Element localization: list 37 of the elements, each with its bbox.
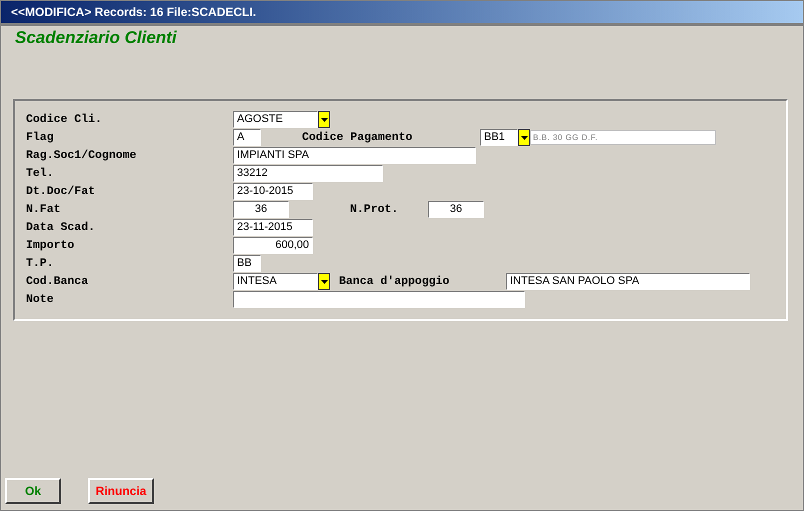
field-label: N.Prot.	[350, 202, 400, 218]
input-field[interactable]: 23-10-2015	[233, 183, 313, 200]
field-label: Cod.Banca	[26, 274, 90, 290]
input-field[interactable]: INTESA	[233, 273, 318, 290]
input-field[interactable]: AGOSTE	[233, 111, 318, 128]
input-field[interactable]	[233, 291, 525, 308]
form-heading: Scadenziario Clienti	[15, 28, 177, 48]
field-label: Data Scad.	[26, 220, 96, 236]
field-label: Dt.Doc/Fat	[26, 184, 96, 200]
input-field[interactable]: IMPIANTI SPA	[233, 147, 476, 164]
field-label: T.P.	[26, 256, 55, 272]
field-label: Flag	[26, 130, 55, 146]
dropdown-button[interactable]	[318, 111, 330, 128]
field-label: Importo	[26, 238, 76, 254]
field-label: Codice Cli.	[26, 112, 103, 128]
field-label: Rag.Soc1/Cognome	[26, 148, 138, 164]
field-label: Codice Pagamento	[302, 130, 414, 146]
input-field[interactable]: 23-11-2015	[233, 219, 313, 236]
field-label: Banca d'appoggio	[339, 274, 450, 290]
field-label: Note	[26, 292, 55, 308]
field-label: N.Fat	[26, 202, 62, 218]
input-field[interactable]: 600,00	[233, 237, 313, 254]
input-field[interactable]: 36	[428, 201, 484, 218]
input-field[interactable]: INTESA SAN PAOLO SPA	[506, 273, 750, 290]
field-label: Tel.	[26, 166, 55, 182]
dropdown-button[interactable]	[318, 273, 330, 290]
input-field[interactable]: BB	[233, 255, 261, 272]
input-field[interactable]: 36	[233, 201, 289, 218]
input-field[interactable]: BB1	[480, 129, 518, 146]
caret-icon	[520, 136, 528, 140]
caret-icon	[320, 280, 328, 284]
dropdown-button[interactable]	[518, 129, 530, 146]
input-field[interactable]: A	[233, 129, 261, 146]
caret-icon	[320, 118, 328, 122]
description-field: B.B. 30 GG D.F.	[530, 130, 716, 145]
window-title: <<MODIFICA> Records: 16 File:SCADECLI.	[1, 1, 803, 23]
input-field[interactable]: 33212	[233, 165, 383, 182]
